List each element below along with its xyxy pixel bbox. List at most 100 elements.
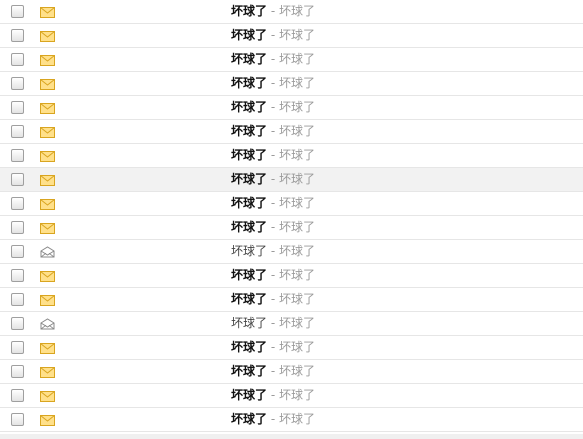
read-envelope-icon [40,246,55,258]
select-checkbox[interactable] [11,29,24,42]
mail-row[interactable]: 坏球了 - 坏球了 [0,288,583,312]
mail-sender: 坏球了 [231,52,268,66]
mail-subject-line[interactable]: 坏球了 - 坏球了 [231,75,315,91]
unread-envelope-icon [40,390,55,402]
mail-subject-line[interactable]: 坏球了 - 坏球了 [231,219,315,235]
select-checkbox[interactable] [11,269,24,282]
select-checkbox[interactable] [11,413,24,426]
mail-subject-line[interactable]: 坏球了 - 坏球了 [231,3,315,19]
select-checkbox[interactable] [11,389,24,402]
mail-subject-line[interactable]: 坏球了 - 坏球了 [231,315,315,331]
mail-sender: 坏球了 [231,172,268,186]
subject-separator: - [270,52,276,66]
subject-separator: - [270,76,276,90]
mail-preview: 坏球了 [279,388,316,402]
mail-subject-line[interactable]: 坏球了 - 坏球了 [231,123,315,139]
mail-preview: 坏球了 [279,196,316,210]
select-checkbox[interactable] [11,173,24,186]
unread-envelope-icon [40,294,55,306]
mail-sender: 坏球了 [231,316,268,330]
read-envelope-icon [40,318,55,330]
mail-preview: 坏球了 [279,316,316,330]
select-checkbox[interactable] [11,5,24,18]
mail-row[interactable]: 坏球了 - 坏球了 [0,0,583,24]
mail-preview: 坏球了 [279,268,316,282]
unread-envelope-icon [40,222,55,234]
unread-envelope-icon [40,78,55,90]
mail-subject-line[interactable]: 坏球了 - 坏球了 [231,195,315,211]
mail-sender: 坏球了 [231,76,268,90]
mail-subject-line[interactable]: 坏球了 - 坏球了 [231,27,315,43]
mail-row[interactable]: 坏球了 - 坏球了 [0,120,583,144]
mail-row[interactable]: 坏球了 - 坏球了 [0,168,583,192]
unread-envelope-icon [40,102,55,114]
subject-separator: - [270,172,276,186]
select-checkbox[interactable] [11,293,24,306]
mail-sender: 坏球了 [231,28,268,42]
select-checkbox[interactable] [11,125,24,138]
unread-envelope-icon [40,366,55,378]
mail-subject-line[interactable]: 坏球了 - 坏球了 [231,243,315,259]
unread-envelope-icon [40,342,55,354]
mail-row[interactable]: 坏球了 - 坏球了 [0,384,583,408]
mail-subject-line[interactable]: 坏球了 - 坏球了 [231,267,315,283]
unread-envelope-icon [40,6,55,18]
unread-envelope-icon [40,270,55,282]
mail-row[interactable]: 坏球了 - 坏球了 [0,264,583,288]
select-checkbox[interactable] [11,149,24,162]
mail-subject-line[interactable]: 坏球了 - 坏球了 [231,171,315,187]
mail-preview: 坏球了 [279,220,316,234]
select-checkbox[interactable] [11,341,24,354]
select-checkbox[interactable] [11,317,24,330]
select-checkbox[interactable] [11,197,24,210]
mail-sender: 坏球了 [231,148,268,162]
select-checkbox[interactable] [11,101,24,114]
subject-separator: - [270,196,276,210]
mail-preview: 坏球了 [279,244,316,258]
subject-separator: - [270,220,276,234]
unread-envelope-icon [40,150,55,162]
mail-subject-line[interactable]: 坏球了 - 坏球了 [231,51,315,67]
list-bottom-edge [0,434,583,439]
mail-sender: 坏球了 [231,196,268,210]
mail-subject-line[interactable]: 坏球了 - 坏球了 [231,363,315,379]
subject-separator: - [270,100,276,114]
select-checkbox[interactable] [11,53,24,66]
mail-row[interactable]: 坏球了 - 坏球了 [0,240,583,264]
mail-row[interactable]: 坏球了 - 坏球了 [0,72,583,96]
mail-row[interactable]: 坏球了 - 坏球了 [0,360,583,384]
mail-row[interactable]: 坏球了 - 坏球了 [0,408,583,432]
select-checkbox[interactable] [11,77,24,90]
mail-row[interactable]: 坏球了 - 坏球了 [0,96,583,120]
select-checkbox[interactable] [11,365,24,378]
mail-subject-line[interactable]: 坏球了 - 坏球了 [231,339,315,355]
subject-separator: - [270,388,276,402]
mail-row[interactable]: 坏球了 - 坏球了 [0,24,583,48]
mail-subject-line[interactable]: 坏球了 - 坏球了 [231,147,315,163]
mail-sender: 坏球了 [231,364,268,378]
mail-subject-line[interactable]: 坏球了 - 坏球了 [231,387,315,403]
mail-sender: 坏球了 [231,124,268,138]
mail-subject-line[interactable]: 坏球了 - 坏球了 [231,411,315,427]
subject-separator: - [270,28,276,42]
mail-sender: 坏球了 [231,340,268,354]
mail-preview: 坏球了 [279,28,316,42]
subject-separator: - [270,412,276,426]
mail-subject-line[interactable]: 坏球了 - 坏球了 [231,291,315,307]
unread-envelope-icon [40,174,55,186]
mail-preview: 坏球了 [279,52,316,66]
subject-separator: - [270,124,276,138]
mail-row[interactable]: 坏球了 - 坏球了 [0,312,583,336]
select-checkbox[interactable] [11,221,24,234]
select-checkbox[interactable] [11,245,24,258]
mail-row[interactable]: 坏球了 - 坏球了 [0,336,583,360]
mail-row[interactable]: 坏球了 - 坏球了 [0,216,583,240]
mail-row[interactable]: 坏球了 - 坏球了 [0,48,583,72]
mail-sender: 坏球了 [231,100,268,114]
mail-subject-line[interactable]: 坏球了 - 坏球了 [231,99,315,115]
mail-preview: 坏球了 [279,76,316,90]
mail-row[interactable]: 坏球了 - 坏球了 [0,192,583,216]
mail-row[interactable]: 坏球了 - 坏球了 [0,144,583,168]
mail-sender: 坏球了 [231,268,268,282]
mail-preview: 坏球了 [279,4,316,18]
